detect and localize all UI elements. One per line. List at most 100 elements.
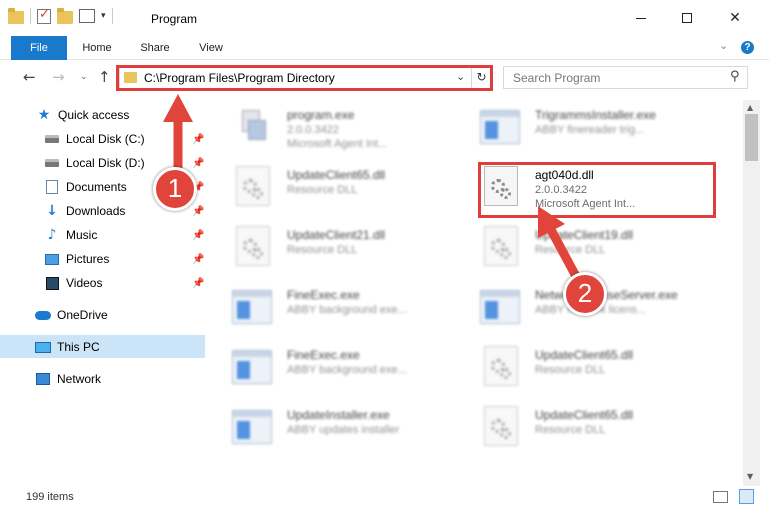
expand-ribbon-icon[interactable]: ⌄	[719, 39, 728, 52]
details-view-icon[interactable]	[713, 491, 728, 503]
file-detail: ABBY finereader trig...	[535, 124, 645, 136]
file-name: program.exe	[287, 108, 355, 122]
file-name: UpdateClient19.dll	[535, 228, 634, 242]
file-item[interactable]: UpdateClient65.dll Resource DLL	[480, 342, 720, 394]
file-detail: Resource DLL	[287, 244, 358, 256]
sidebar-item-onedrive[interactable]: OneDrive	[35, 304, 108, 326]
app-window-icon	[480, 106, 522, 148]
pin-icon[interactable]: 📌	[192, 158, 204, 169]
sidebar-item-local-disk-c[interactable]: Local Disk (C:) 📌	[44, 128, 204, 150]
item-count: 199 items	[26, 491, 74, 503]
folder-icon[interactable]	[8, 7, 24, 24]
pin-icon[interactable]: 📌	[192, 278, 204, 289]
file-item[interactable]: FineExec.exe ABBY background exe...	[232, 282, 472, 334]
new-folder-icon[interactable]	[57, 7, 73, 24]
file-item[interactable]: FineExec.exe ABBY background exe...	[232, 342, 472, 394]
window-title: Program	[151, 12, 198, 26]
file-name: UpdateClient21.dll	[287, 228, 386, 242]
app-window-icon	[232, 346, 274, 388]
forward-button[interactable]: →	[52, 68, 65, 86]
file-item[interactable]: UpdateClient19.dll Resource DLL	[480, 222, 720, 274]
scroll-thumb[interactable]	[745, 114, 758, 161]
minimize-button[interactable]	[618, 0, 664, 36]
status-bar: 199 items	[0, 486, 769, 508]
pin-icon[interactable]: 📌	[192, 230, 204, 241]
picture-shape	[45, 253, 59, 265]
search-input[interactable]: Search Program ⚲	[503, 66, 748, 89]
file-name: FineExec.exe	[287, 348, 360, 362]
toolbar-divider	[111, 8, 113, 24]
tab-view[interactable]: View	[192, 36, 230, 60]
file-name: TrigrammsInstaller.exe	[535, 108, 656, 122]
customize-toolbar-dropdown[interactable]: ▾	[101, 11, 106, 21]
downloads-icon: ↓	[44, 203, 60, 219]
videos-icon	[44, 275, 60, 291]
file-item[interactable]: program.exe 2.0.0.3422 Microsoft Agent I…	[232, 102, 472, 154]
properties-icon[interactable]	[79, 9, 95, 23]
file-detail: ABBY updates installer	[287, 424, 400, 436]
up-button[interactable]: ↑	[98, 68, 111, 86]
sidebar-item-videos[interactable]: Videos 📌	[44, 272, 204, 294]
file-item[interactable]: UpdateClient65.dll Resource DLL	[232, 162, 472, 214]
pin-icon[interactable]: 📌	[192, 206, 204, 217]
maximize-icon	[682, 13, 692, 23]
help-icon[interactable]: ?	[741, 41, 754, 54]
sidebar-item-label: Videos	[66, 276, 103, 290]
properties-check-icon[interactable]	[37, 7, 51, 24]
file-detail: Resource DLL	[535, 364, 606, 376]
scroll-down-icon[interactable]: ▼	[747, 472, 753, 481]
documents-icon	[44, 179, 60, 195]
file-detail: Resource DLL	[535, 424, 606, 436]
back-button[interactable]: ←	[23, 68, 36, 86]
star-icon: ★	[36, 107, 52, 123]
disk-icon	[44, 131, 60, 147]
sidebar-item-label: Network	[57, 372, 102, 386]
toolbar-divider	[30, 8, 31, 24]
tab-home[interactable]: Home	[76, 36, 118, 60]
file-item[interactable]: TrigrammsInstaller.exe ABBY finereader t…	[480, 102, 720, 154]
file-item[interactable]: UpdateInstaller.exe ABBY updates install…	[232, 402, 472, 454]
cloud-shape	[35, 310, 51, 320]
file-name: UpdateClient65.dll	[287, 168, 386, 182]
navigation-pane: ★ Quick access Local Disk (C:) 📌 Local D…	[0, 100, 207, 480]
file-detail: Resource DLL	[287, 184, 358, 196]
tab-share[interactable]: Share	[134, 36, 176, 60]
recent-locations-dropdown[interactable]: ⌄	[80, 72, 88, 82]
step-2-badge: 2	[563, 272, 607, 316]
large-icons-view-icon[interactable]	[739, 489, 754, 504]
music-note: ♪	[47, 227, 57, 243]
music-icon: ♪	[44, 227, 60, 243]
pin-icon[interactable]: 📌	[192, 254, 204, 265]
file-item[interactable]: UpdateClient21.dll Resource DLL	[232, 222, 472, 274]
maximize-button[interactable]	[664, 0, 710, 36]
sidebar-item-pictures[interactable]: Pictures 📌	[44, 248, 204, 270]
minimize-icon	[636, 17, 646, 19]
sidebar-item-this-pc[interactable]: This PC	[35, 336, 100, 358]
sidebar-item-network[interactable]: Network	[35, 368, 101, 390]
selected-item-highlight	[0, 335, 205, 358]
file-name: UpdateClient65.dll	[535, 408, 634, 422]
app-window-icon	[480, 286, 522, 328]
dll-gear-icon	[232, 166, 274, 208]
disk-shape	[45, 159, 59, 167]
file-item[interactable]: UpdateClient65.dll Resource DLL	[480, 402, 720, 454]
network-shape	[36, 373, 50, 385]
exe-icon	[232, 106, 274, 148]
file-highlight-box	[478, 162, 716, 218]
file-detail: Microsoft Agent Int...	[287, 138, 388, 150]
file-detail: 2.0.0.3422	[287, 124, 339, 136]
sidebar-item-label: Local Disk (C:)	[66, 132, 145, 146]
dll-gear-icon	[480, 346, 522, 388]
tab-file[interactable]: File	[11, 36, 67, 60]
vertical-scrollbar[interactable]: ▲ ▼	[743, 100, 760, 486]
title-bar: ▾ Program ✕	[0, 0, 769, 36]
sidebar-item-label: Local Disk (D:)	[66, 156, 145, 170]
file-list: program.exe 2.0.0.3422 Microsoft Agent I…	[207, 100, 743, 480]
scroll-up-icon[interactable]: ▲	[747, 103, 753, 112]
search-icon[interactable]: ⚲	[730, 69, 740, 84]
pin-icon[interactable]: 📌	[192, 134, 204, 145]
onedrive-icon	[35, 307, 51, 323]
sidebar-item-quick-access[interactable]: ★ Quick access	[36, 104, 130, 126]
close-button[interactable]: ✕	[712, 0, 758, 36]
sidebar-item-music[interactable]: ♪ Music 📌	[44, 224, 205, 246]
